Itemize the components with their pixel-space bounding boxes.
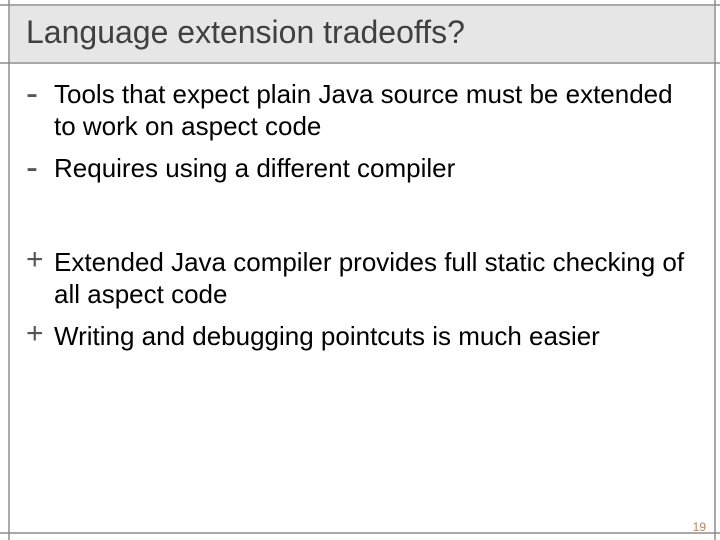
slide-content: - Tools that expect plain Java source mu… <box>26 78 694 362</box>
slide-title: Language extension tradeoffs? <box>26 14 465 51</box>
rule-horizontal-under-title <box>0 62 720 64</box>
slide: Language extension tradeoffs? - Tools th… <box>0 0 720 540</box>
list-item-text: Requires using a different compiler <box>54 152 455 184</box>
rule-vertical-right <box>714 0 716 540</box>
list-item: - Tools that expect plain Java source mu… <box>26 78 694 142</box>
rule-vertical-left <box>8 0 10 540</box>
minus-icon: - <box>26 152 54 182</box>
list-item: - Requires using a different compiler <box>26 152 694 184</box>
plus-icon: + <box>26 320 54 348</box>
page-number: 19 <box>693 520 706 534</box>
rule-horizontal-bottom <box>0 532 720 534</box>
list-item-text: Extended Java compiler provides full sta… <box>54 246 694 310</box>
spacer <box>26 194 694 246</box>
minus-icon: - <box>26 78 54 108</box>
list-item-text: Tools that expect plain Java source must… <box>54 78 694 142</box>
list-item: + Writing and debugging pointcuts is muc… <box>26 320 694 352</box>
title-band: Language extension tradeoffs? <box>10 6 714 62</box>
plus-icon: + <box>26 246 54 274</box>
list-item: + Extended Java compiler provides full s… <box>26 246 694 310</box>
list-item-text: Writing and debugging pointcuts is much … <box>54 320 600 352</box>
